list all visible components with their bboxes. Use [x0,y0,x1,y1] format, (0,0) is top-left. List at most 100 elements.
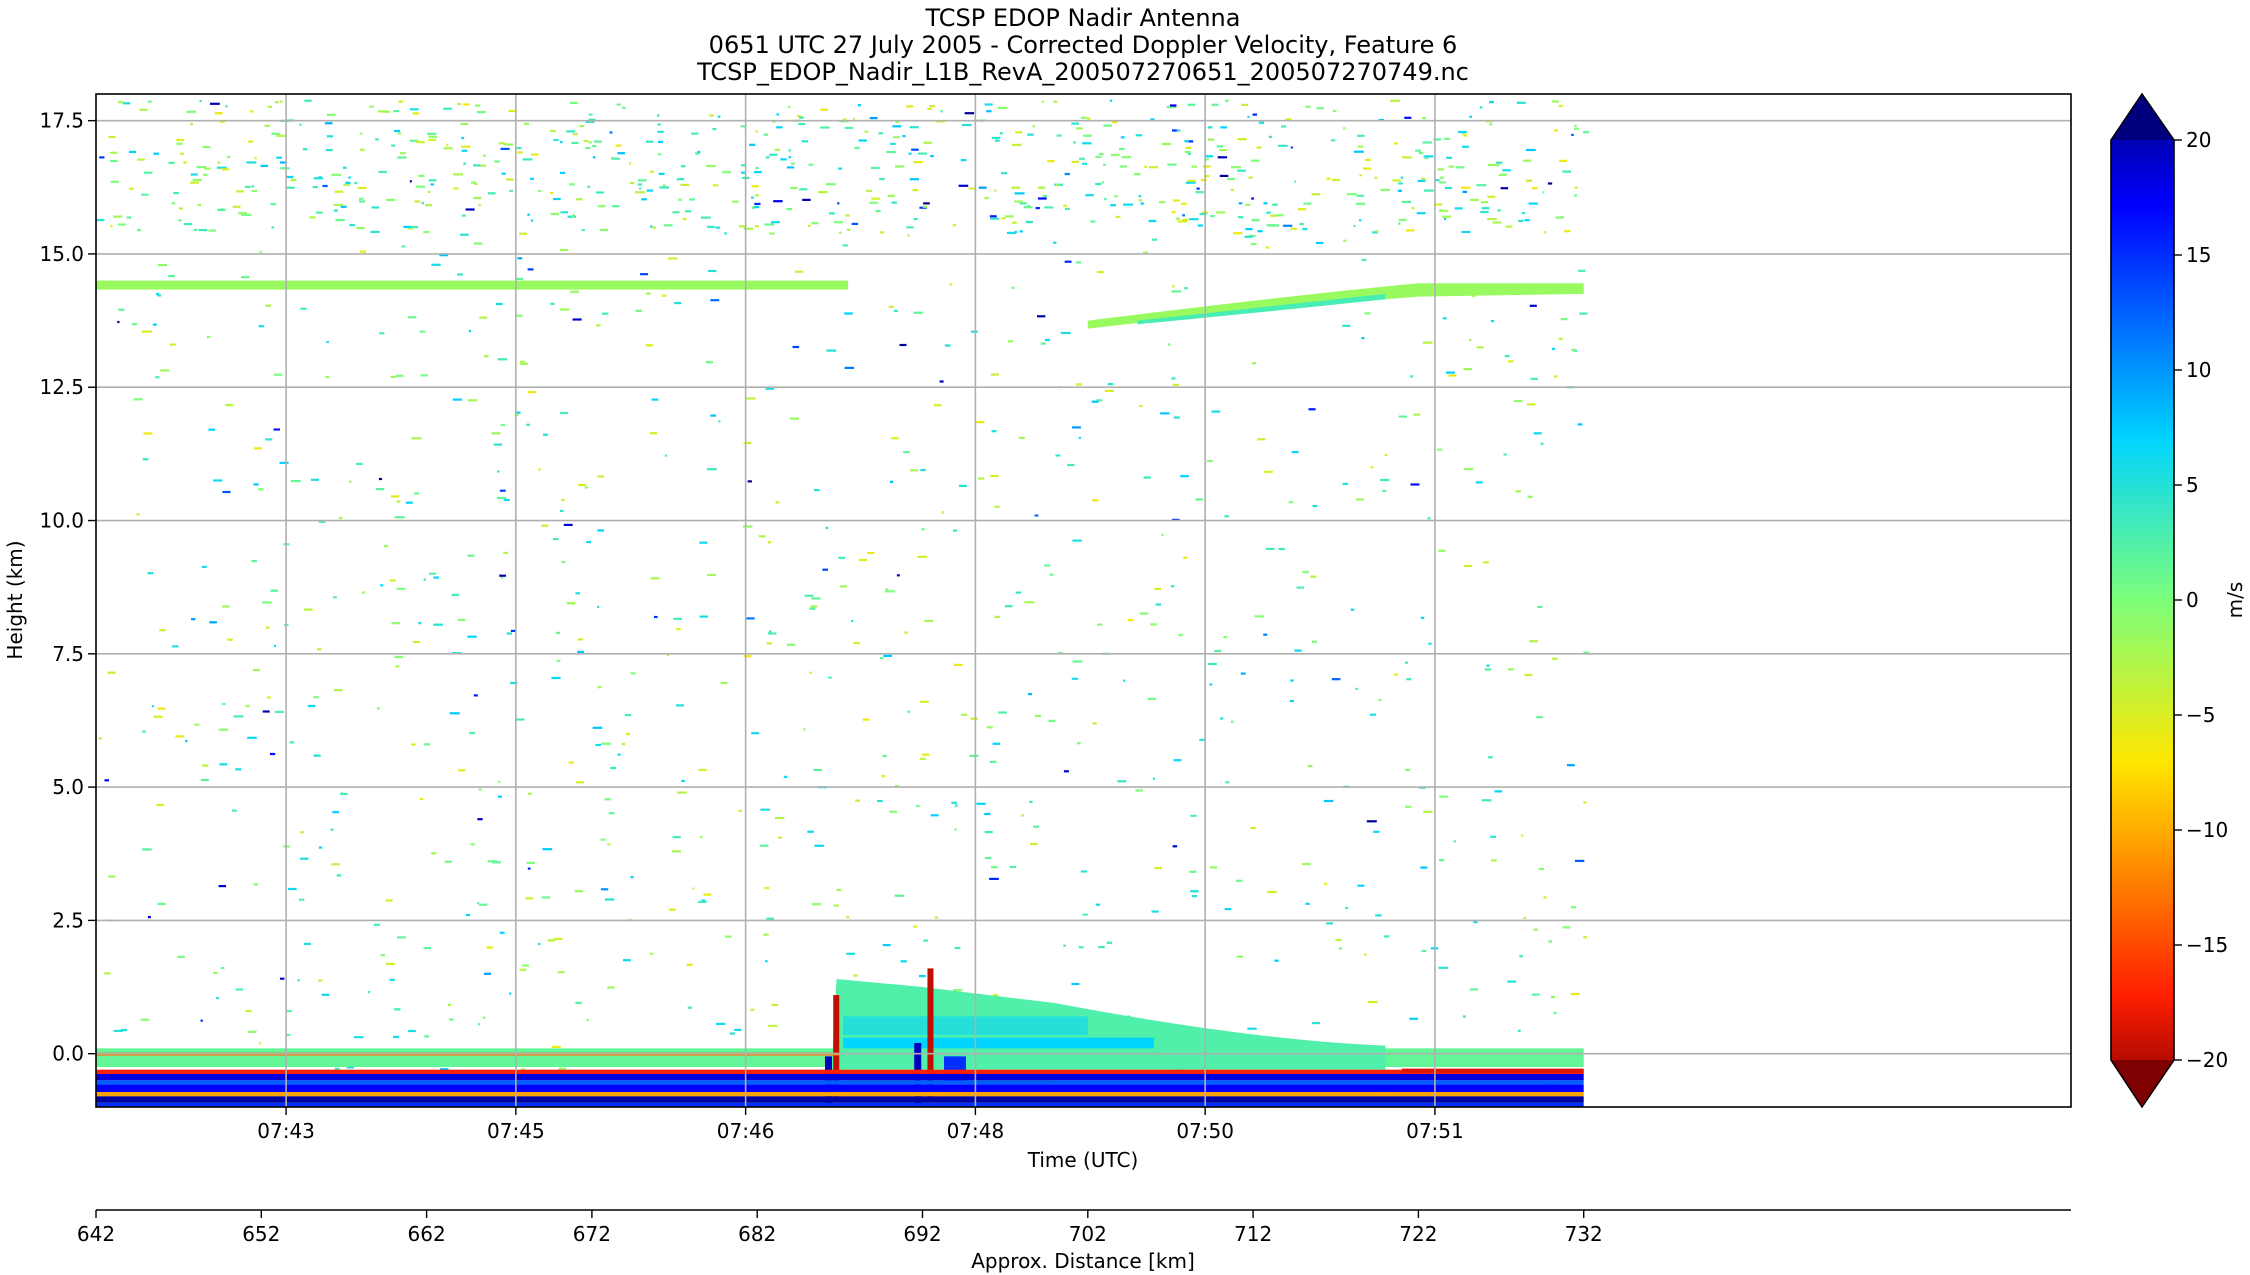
noise-speck [836,888,842,891]
noise-speck [136,513,140,516]
noise-speck [1148,219,1157,223]
noise-speck [844,366,855,369]
noise-speck [1254,615,1264,618]
noise-speck [499,489,506,492]
noise-speck [701,216,711,219]
noise-speck [310,478,320,481]
noise-speck [1251,362,1256,365]
noise-speck [414,200,421,203]
noise-speck [880,657,884,660]
noise-speck [515,718,525,721]
noise-speck [600,888,609,891]
noise-speck [1281,125,1286,128]
noise-speck [1001,172,1008,175]
noise-speck [601,312,609,315]
noise-speck [766,917,774,920]
noise-speck [453,173,463,176]
noise-speck [1346,193,1357,196]
noise-speck [1519,955,1523,958]
noise-speck [451,593,459,596]
noise-speck [1236,955,1243,958]
noise-speck [1529,304,1537,307]
noise-speck [309,216,316,219]
noise-speck [1560,216,1564,219]
noise-speck [177,955,185,958]
noise-speck [427,190,431,193]
noise-speck [1303,202,1312,205]
noise-speck [685,210,692,213]
noise-speck [576,781,584,784]
noise-speck [1543,231,1547,234]
noise-speck [141,193,149,196]
noise-speck [857,104,861,107]
noise-speck [1444,217,1447,221]
noise-speck [1436,448,1443,451]
noise-speck [734,1028,742,1031]
noise-speck [449,1018,454,1021]
noise-speck [248,140,253,143]
noise-speck [1225,781,1230,784]
noise-speck [563,523,573,526]
colorbar-tick-label: 20 [2186,128,2211,152]
noise-speck [991,430,997,433]
noise-speck [1473,921,1478,924]
noise-speck [397,132,402,135]
noise-speck [498,780,501,783]
noise-speck [1421,949,1427,952]
noise-speck [1223,636,1228,639]
noise-speck [176,138,185,142]
noise-speck [1111,153,1120,157]
noise-speck [646,189,654,192]
noise-speck [428,135,437,138]
noise-speck [461,214,466,217]
noise-speck [825,183,836,186]
noise-speck [687,1006,692,1009]
noise-speck [1579,312,1588,315]
noise-speck [1027,133,1034,136]
distance-tick-label: 732 [1565,1222,1603,1246]
noise-speck [1019,230,1023,233]
x-tick-label: 07:45 [487,1119,545,1143]
noise-speck [360,148,365,151]
noise-speck [811,597,821,600]
noise-speck [1033,825,1040,828]
noise-speck [465,913,471,917]
noise-speck [274,710,284,713]
noise-speck [864,130,869,133]
noise-speck [903,451,910,454]
noise-speck [1197,224,1203,227]
noise-speck [1266,224,1275,227]
noise-speck [1095,903,1101,906]
noise-speck [869,117,878,120]
noise-speck [699,541,708,544]
noise-speck [1086,117,1091,120]
noise-speck [1056,134,1062,137]
noise-speck [444,860,452,863]
noise-speck [423,578,426,581]
chart-title-line-3: TCSP_EDOP_Nadir_L1B_RevA_200507270651_20… [696,58,1469,86]
noise-speck [186,110,196,113]
noise-speck [1219,717,1224,720]
noise-speck [559,171,566,174]
noise-speck [1294,180,1297,183]
noise-speck [1480,201,1489,204]
noise-speck [743,441,752,445]
noise-speck [961,713,968,716]
noise-speck [833,904,839,907]
noise-speck [342,166,347,169]
noise-speck [318,979,323,982]
noise-speck [790,417,799,420]
noise-speck [743,525,753,528]
noise-speck [1307,764,1313,768]
noise-speck [110,225,113,228]
noise-speck [1004,215,1014,218]
noise-speck [768,1024,778,1027]
noise-speck [617,152,625,155]
noise-speck [335,219,345,222]
noise-speck [808,163,814,166]
noise-speck [686,963,693,966]
noise-speck [1071,982,1080,986]
noise-speck [156,803,165,807]
noise-speck [1312,1022,1320,1025]
noise-speck [194,723,200,726]
